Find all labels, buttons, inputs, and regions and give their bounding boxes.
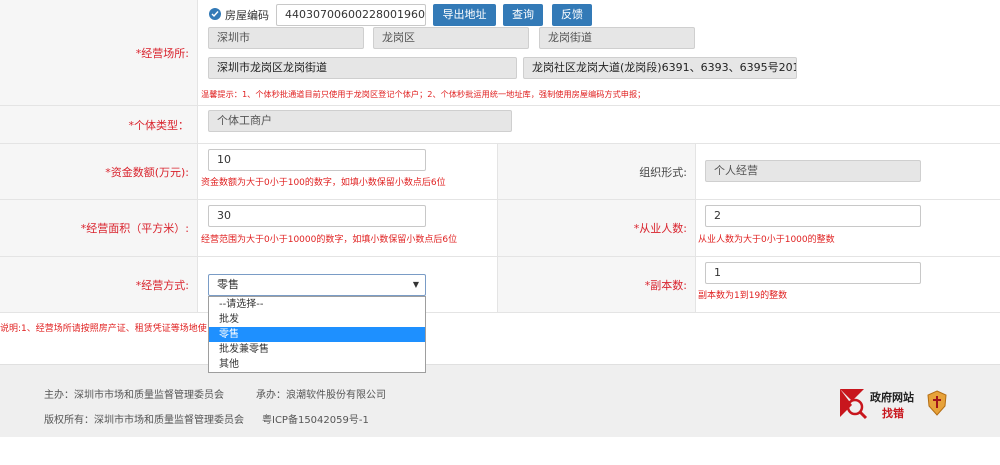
entity-type-field: 个体工商户 bbox=[208, 110, 512, 132]
employees-input[interactable]: 2 bbox=[705, 205, 921, 227]
gov-site-title: 政府网站 bbox=[870, 391, 914, 404]
capital-input[interactable]: 10 bbox=[208, 149, 426, 171]
premises-label: *经营场所: bbox=[0, 0, 198, 105]
feedback-button[interactable]: 反馈 bbox=[552, 4, 592, 26]
footer-copyright: 版权所有：深圳市市场和质量监督管理委员会 bbox=[44, 415, 244, 426]
footer-icp: 粤ICP备15042059号-1 bbox=[262, 415, 369, 426]
query-button[interactable]: 查询 bbox=[503, 4, 543, 26]
address-prefix-field: 深圳市龙岗区龙岗街道 bbox=[208, 57, 517, 79]
mode-option[interactable]: 其他 bbox=[209, 357, 425, 372]
capital-label: *资金数额(万元): bbox=[0, 144, 198, 199]
gov-site-sub: 找错 bbox=[882, 407, 904, 420]
dropdown-arrow-icon: ▼ bbox=[412, 280, 419, 289]
mode-label: *经营方式: bbox=[0, 257, 198, 312]
note-row: 说明:1、经营场所请按照房产证、租赁凭证等场地使 bbox=[0, 313, 1000, 339]
mode-option[interactable]: --请选择-- bbox=[209, 297, 425, 312]
address-detail-field: 龙岗社区龙岗大道(龙岗段)6391、6393、6395号201 bbox=[523, 57, 797, 79]
gov-site-error-link[interactable]: 政府网站 找错 bbox=[838, 385, 948, 423]
area-hint: 经营范围为大于0小于10000的数字，如填小数保留小数点后6位 bbox=[201, 235, 458, 245]
employees-hint: 从业人数为大于0小于1000的整数 bbox=[698, 235, 835, 245]
mode-option[interactable]: 批发兼零售 bbox=[209, 342, 425, 357]
mode-option-selected[interactable]: 零售 bbox=[209, 327, 425, 342]
house-code-checkbox[interactable] bbox=[209, 8, 221, 20]
capital-hint: 资金数额为大于0小于100的数字，如填小数保留小数点后6位 bbox=[201, 178, 446, 188]
street-field: 龙岗街道 bbox=[539, 27, 695, 49]
org-form-field: 个人经营 bbox=[705, 160, 921, 182]
entity-type-label: *个体类型： bbox=[0, 106, 198, 143]
area-label: *经营面积（平方米）: bbox=[0, 200, 198, 256]
house-code-label: 房屋编码 bbox=[225, 9, 269, 22]
org-form-label: 组织形式: bbox=[497, 144, 696, 199]
mode-select[interactable]: 零售 ▼ bbox=[208, 274, 426, 296]
district-field: 龙岗区 bbox=[373, 27, 529, 49]
copies-input[interactable]: 1 bbox=[705, 262, 921, 284]
copies-hint: 副本数为1到19的整数 bbox=[698, 291, 788, 301]
house-code-input[interactable]: 440307006002280019600 bbox=[276, 4, 426, 26]
check-icon bbox=[211, 11, 219, 18]
export-address-button[interactable]: 导出地址 bbox=[433, 4, 496, 26]
footer-sponsor: 主办：深圳市市场和质量监督管理委员会 bbox=[44, 390, 224, 401]
area-input[interactable]: 30 bbox=[208, 205, 426, 227]
mode-dropdown-list[interactable]: --请选择-- 批发 零售 批发兼零售 其他 bbox=[208, 296, 426, 373]
footer-undertaker: 承办：浪潮软件股份有限公司 bbox=[256, 390, 386, 401]
police-badge-icon bbox=[927, 390, 947, 416]
magnifier-logo-icon bbox=[840, 389, 868, 420]
premises-tip: 温馨提示：1、个体秒批通道目前只使用于龙岗区登记个体户；2、个体秒批运用统一地址… bbox=[201, 89, 646, 99]
note-text: 说明:1、经营场所请按照房产证、租赁凭证等场地使 bbox=[0, 324, 207, 334]
copies-label: *副本数: bbox=[497, 257, 696, 312]
mode-option[interactable]: 批发 bbox=[209, 312, 425, 327]
city-field: 深圳市 bbox=[208, 27, 364, 49]
employees-label: *从业人数: bbox=[497, 200, 696, 256]
